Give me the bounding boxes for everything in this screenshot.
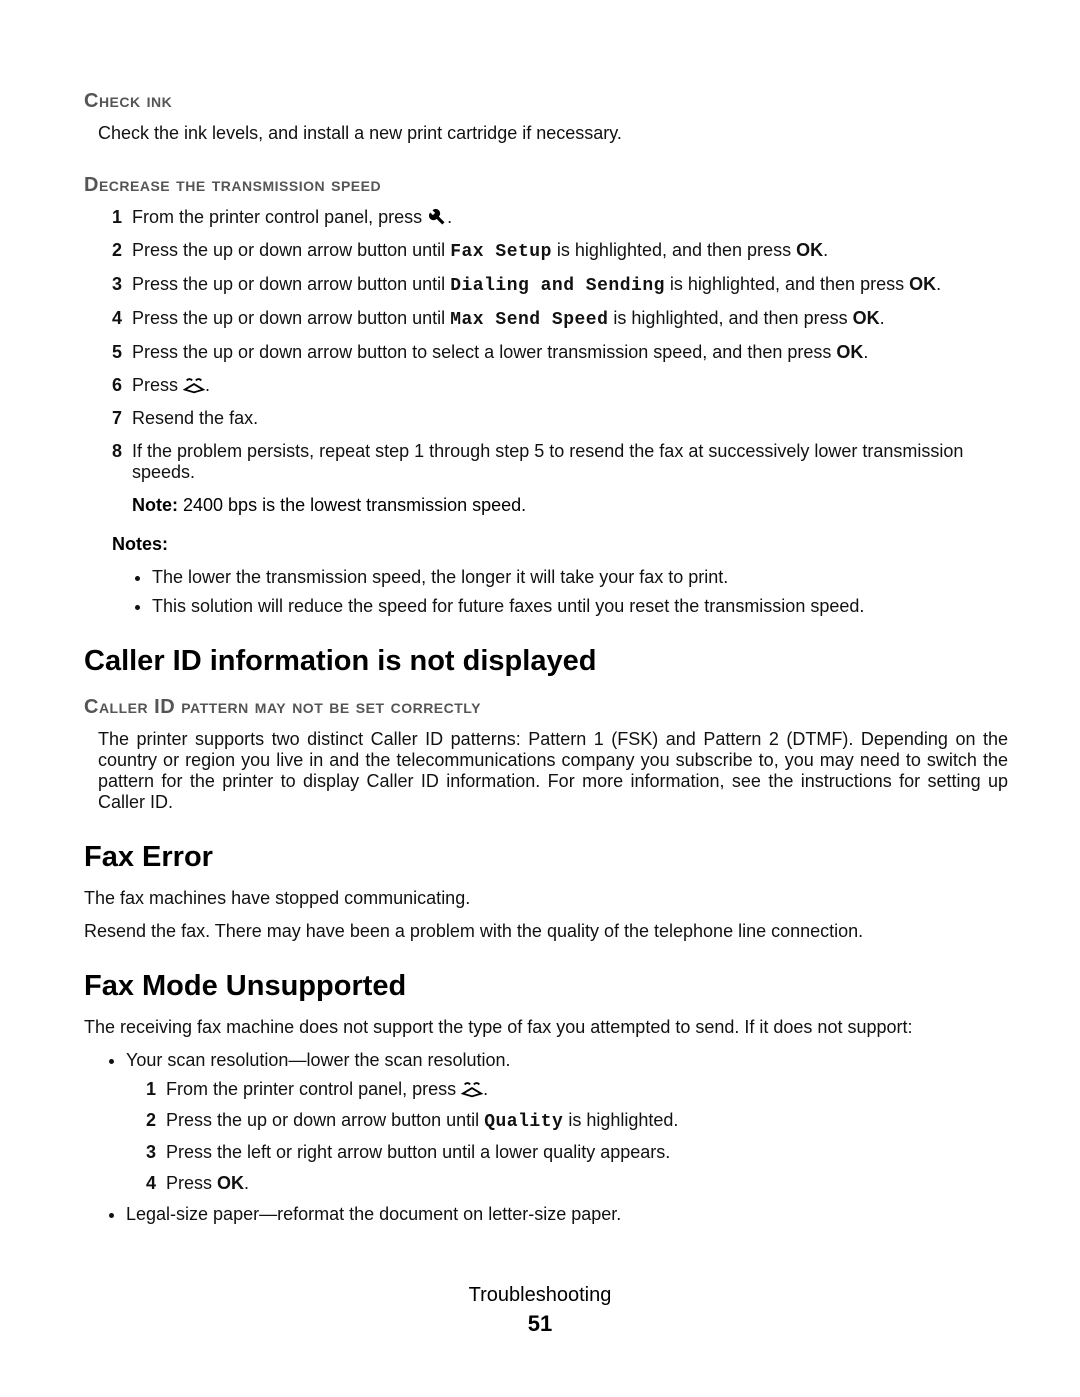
step-text: Press the left or right arrow button unt… (166, 1142, 670, 1162)
step-text: is highlighted, and then press (665, 274, 909, 294)
ok-label: OK (909, 274, 936, 294)
page-content: Check ink Check the ink levels, and inst… (0, 0, 1080, 1225)
step-text: . (483, 1079, 488, 1099)
fax-mode-bullets: Your scan resolution—lower the scan reso… (84, 1050, 1008, 1225)
step-text: is highlighted, and then press (608, 308, 852, 328)
term: Dialing and Sending (450, 276, 665, 296)
term: Quality (484, 1112, 563, 1132)
ok-label: OK (217, 1173, 244, 1193)
note-text: 2400 bps is the lowest transmission spee… (178, 495, 526, 515)
text-fax-mode-intro: The receiving fax machine does not suppo… (84, 1017, 1008, 1038)
heading-decrease-speed: Decrease the transmission speed (84, 174, 1008, 197)
footer-chapter: Troubleshooting (0, 1284, 1080, 1307)
list-item: Resend the fax. (112, 408, 1008, 429)
list-item: Press the up or down arrow button until … (112, 308, 1008, 330)
list-item: Press the up or down arrow button until … (146, 1110, 1008, 1132)
list-item: Press the left or right arrow button unt… (146, 1142, 1008, 1163)
heading-check-ink: Check ink (84, 90, 1008, 113)
page-footer: Troubleshooting 51 (0, 1284, 1080, 1337)
list-item: If the problem persists, repeat step 1 t… (112, 441, 1008, 483)
notes-heading: Notes: (84, 534, 1008, 555)
inner-steps: From the printer control panel, press . … (126, 1079, 1008, 1194)
list-item: Legal-size paper—reformat the document o… (126, 1204, 1008, 1225)
step-text: . (823, 240, 828, 260)
step-text: Press the up or down arrow button until (132, 308, 450, 328)
step-text: . (205, 375, 210, 395)
list-item: Press the up or down arrow button until … (112, 274, 1008, 296)
heading-caller-id: Caller ID information is not displayed (84, 645, 1008, 678)
step-text: Press (166, 1173, 217, 1193)
text-fax-error-1: The fax machines have stopped communicat… (84, 888, 1008, 909)
list-item: Press the up or down arrow button to sel… (112, 342, 1008, 363)
list-item: Your scan resolution—lower the scan reso… (126, 1050, 1008, 1194)
step-text: is highlighted, and then press (552, 240, 796, 260)
text-fax-error-2: Resend the fax. There may have been a pr… (84, 921, 1008, 942)
list-item: From the printer control panel, press . (112, 207, 1008, 228)
bullet-text: Your scan resolution—lower the scan reso… (126, 1050, 511, 1070)
step-text: . (447, 207, 452, 227)
ok-label: OK (796, 240, 823, 260)
wrench-icon (427, 208, 447, 226)
list-item: Press OK. (146, 1173, 1008, 1194)
step-text: Press the up or down arrow button until (132, 240, 450, 260)
step-text: From the printer control panel, press (166, 1079, 461, 1099)
list-item: Press the up or down arrow button until … (112, 240, 1008, 262)
step-text: If the problem persists, repeat step 1 t… (132, 441, 963, 482)
term: Fax Setup (450, 242, 552, 262)
ok-label: OK (836, 342, 863, 362)
footer-page-number: 51 (0, 1311, 1080, 1337)
subheading-caller-id: Caller ID pattern may not be set correct… (84, 696, 1008, 719)
heading-fax-mode: Fax Mode Unsupported (84, 970, 1008, 1003)
heading-fax-error: Fax Error (84, 841, 1008, 874)
step-text: is highlighted. (563, 1110, 678, 1130)
list-item: Press . (112, 375, 1008, 396)
step-text: . (880, 308, 885, 328)
ok-label: OK (853, 308, 880, 328)
term: Max Send Speed (450, 310, 608, 330)
step-text: Press the up or down arrow button until (132, 274, 450, 294)
steps-decrease-speed: From the printer control panel, press . … (84, 207, 1008, 483)
text-caller-id: The printer supports two distinct Caller… (84, 729, 1008, 813)
list-item: From the printer control panel, press . (146, 1079, 1008, 1100)
step-text: . (244, 1173, 249, 1193)
fax-start-icon (461, 1080, 483, 1098)
fax-start-icon (183, 376, 205, 394)
step-text: . (863, 342, 868, 362)
notes-bullets: The lower the transmission speed, the lo… (84, 567, 1008, 617)
step-text: From the printer control panel, press (132, 207, 427, 227)
step-text: Press (132, 375, 183, 395)
step-text: Press the up or down arrow button until (166, 1110, 484, 1130)
note-line: Note: 2400 bps is the lowest transmissio… (84, 495, 1008, 516)
list-item: The lower the transmission speed, the lo… (152, 567, 1008, 588)
step-text: . (936, 274, 941, 294)
bullet-text: Legal-size paper—reformat the document o… (126, 1204, 621, 1224)
step-text: Resend the fax. (132, 408, 258, 428)
text-check-ink: Check the ink levels, and install a new … (84, 123, 1008, 144)
list-item: This solution will reduce the speed for … (152, 596, 1008, 617)
note-label: Note: (132, 495, 178, 515)
step-text: Press the up or down arrow button to sel… (132, 342, 836, 362)
